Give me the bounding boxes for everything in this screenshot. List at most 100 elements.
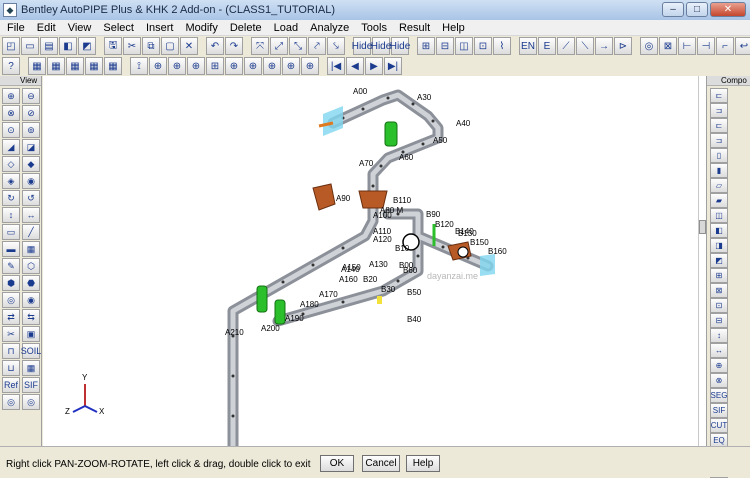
- rightcol-button-18[interactable]: ⊕: [710, 358, 728, 373]
- leftgrid-button-6[interactable]: ◢: [2, 139, 20, 155]
- minimize-button[interactable]: –: [662, 2, 684, 17]
- menu-edit[interactable]: Edit: [30, 22, 61, 34]
- leftgrid-button-15[interactable]: ↔: [22, 207, 40, 223]
- leftgrid-button-3[interactable]: ⊘: [22, 105, 40, 121]
- tb1-button-3[interactable]: ◧: [59, 37, 77, 55]
- tb1-button-8[interactable]: ▢: [161, 37, 179, 55]
- rightcol-button-9[interactable]: ◧: [710, 223, 728, 238]
- leftgrid-button-30[interactable]: ⊓: [2, 343, 20, 359]
- support-a60[interactable]: [384, 121, 398, 147]
- tb1-button-11[interactable]: ↷: [225, 37, 243, 55]
- menu-help[interactable]: Help: [435, 22, 470, 34]
- tb2-button-14[interactable]: ⊕: [282, 57, 300, 75]
- tb1-button-16[interactable]: ⤥: [327, 37, 345, 55]
- leftgrid-button-14[interactable]: ↕: [2, 207, 20, 223]
- tb1-button-35[interactable]: ⌐: [716, 37, 734, 55]
- leftgrid-button-35[interactable]: SIF: [22, 377, 40, 393]
- leftgrid-button-1[interactable]: ⊖: [22, 88, 40, 104]
- tb2-button-7[interactable]: ⊕: [149, 57, 167, 75]
- menu-analyze[interactable]: Analyze: [303, 22, 354, 34]
- tb1-button-20[interactable]: ⊞: [417, 37, 435, 55]
- leftgrid-button-22[interactable]: ⬢: [2, 275, 20, 291]
- tb2-button-10[interactable]: ⊞: [206, 57, 224, 75]
- rightcol-button-19[interactable]: ⊗: [710, 373, 728, 388]
- leftgrid-button-12[interactable]: ↻: [2, 190, 20, 206]
- tb2-button-12[interactable]: ⊕: [244, 57, 262, 75]
- rightcol-button-13[interactable]: ⊠: [710, 283, 728, 298]
- leftgrid-button-19[interactable]: ▦: [22, 241, 40, 257]
- tb1-button-18[interactable]: Hide: [371, 37, 391, 55]
- rightcol-button-22[interactable]: CUT: [710, 418, 728, 433]
- app-icon[interactable]: ◆: [3, 3, 17, 17]
- tb1-button-21[interactable]: ⊟: [436, 37, 454, 55]
- cancel-button[interactable]: Cancel: [362, 455, 400, 472]
- menu-insert[interactable]: Insert: [139, 22, 179, 34]
- support-a190[interactable]: [274, 299, 286, 325]
- rightcol-button-17[interactable]: ↔: [710, 343, 728, 358]
- leftgrid-button-23[interactable]: ⬣: [22, 275, 40, 291]
- tb1-button-30[interactable]: ⊳: [614, 37, 632, 55]
- leftgrid-button-36[interactable]: ◎: [2, 394, 20, 410]
- menu-modify[interactable]: Modify: [178, 22, 222, 34]
- tb1-button-17[interactable]: Hide: [352, 37, 372, 55]
- menu-tools[interactable]: Tools: [354, 22, 392, 34]
- tb1-button-23[interactable]: ⊡: [474, 37, 492, 55]
- valve-a90[interactable]: [312, 183, 336, 211]
- menu-delete[interactable]: Delete: [223, 22, 267, 34]
- leftgrid-button-9[interactable]: ◆: [22, 156, 40, 172]
- rightcol-button-7[interactable]: ▰: [710, 193, 728, 208]
- tb2-button-6[interactable]: ⟟: [130, 57, 148, 75]
- close-button[interactable]: ✕: [710, 2, 746, 17]
- tb1-button-5[interactable]: 🖫: [104, 37, 122, 55]
- tb1-button-12[interactable]: ⤧: [251, 37, 269, 55]
- tb2-button-11[interactable]: ⊕: [225, 57, 243, 75]
- component-b140[interactable]: [457, 246, 469, 258]
- tb2-button-13[interactable]: ⊕: [263, 57, 281, 75]
- tb2-button-19[interactable]: ▶|: [384, 57, 402, 75]
- tb1-button-31[interactable]: ◎: [640, 37, 658, 55]
- rightcol-button-3[interactable]: ⊐: [710, 133, 728, 148]
- tb2-button-5[interactable]: ▦: [104, 57, 122, 75]
- tb1-button-7[interactable]: ⧉: [142, 37, 160, 55]
- leftgrid-button-25[interactable]: ◉: [22, 292, 40, 308]
- rightcol-button-15[interactable]: ⊟: [710, 313, 728, 328]
- tb2-button-18[interactable]: ▶: [365, 57, 383, 75]
- leftgrid-button-34[interactable]: Ref: [2, 377, 20, 393]
- leftgrid-button-7[interactable]: ◪: [22, 139, 40, 155]
- tb1-button-0[interactable]: ◰: [2, 37, 20, 55]
- maximize-button[interactable]: □: [686, 2, 708, 17]
- rightcol-button-5[interactable]: ▮: [710, 163, 728, 178]
- tb1-button-27[interactable]: ⟋: [557, 37, 575, 55]
- tb1-button-19[interactable]: Hide: [390, 37, 410, 55]
- rightcol-button-0[interactable]: ⊏: [710, 88, 728, 103]
- tb2-button-3[interactable]: ▦: [66, 57, 84, 75]
- rightcol-button-10[interactable]: ◨: [710, 238, 728, 253]
- tb1-button-34[interactable]: ⊣: [697, 37, 715, 55]
- tb2-button-9[interactable]: ⊕: [187, 57, 205, 75]
- leftgrid-button-31[interactable]: SOIL: [21, 343, 41, 359]
- tb1-button-15[interactable]: ⤤: [308, 37, 326, 55]
- tb1-button-25[interactable]: EN: [519, 37, 537, 55]
- rightcol-button-21[interactable]: SIF: [710, 403, 728, 418]
- rightcol-button-8[interactable]: ◫: [710, 208, 728, 223]
- ok-button[interactable]: OK: [320, 455, 354, 472]
- rightcol-button-6[interactable]: ▱: [710, 178, 728, 193]
- rightcol-button-4[interactable]: ▯: [710, 148, 728, 163]
- menu-select[interactable]: Select: [96, 22, 139, 34]
- leftgrid-button-8[interactable]: ◇: [2, 156, 20, 172]
- menu-result[interactable]: Result: [392, 22, 435, 34]
- rightcol-button-2[interactable]: ⊏: [710, 118, 728, 133]
- leftgrid-button-21[interactable]: ⬡: [22, 258, 40, 274]
- leftgrid-button-16[interactable]: ▭: [2, 224, 20, 240]
- anchor-a00[interactable]: [318, 106, 343, 136]
- tb1-button-32[interactable]: ⊠: [659, 37, 677, 55]
- tb1-button-24[interactable]: ⌇: [493, 37, 511, 55]
- marker-b30[interactable]: [377, 296, 382, 304]
- anchor-b160[interactable]: [480, 254, 495, 276]
- leftgrid-button-28[interactable]: ✂: [2, 326, 20, 342]
- help-button[interactable]: Help: [406, 455, 440, 472]
- piping-model[interactable]: A00A30A40A50A60A70A80 MA90A100A110A120A1…: [43, 76, 698, 446]
- leftgrid-button-17[interactable]: ╱: [22, 224, 40, 240]
- leftgrid-button-18[interactable]: ▬: [2, 241, 20, 257]
- menu-file[interactable]: File: [0, 22, 30, 34]
